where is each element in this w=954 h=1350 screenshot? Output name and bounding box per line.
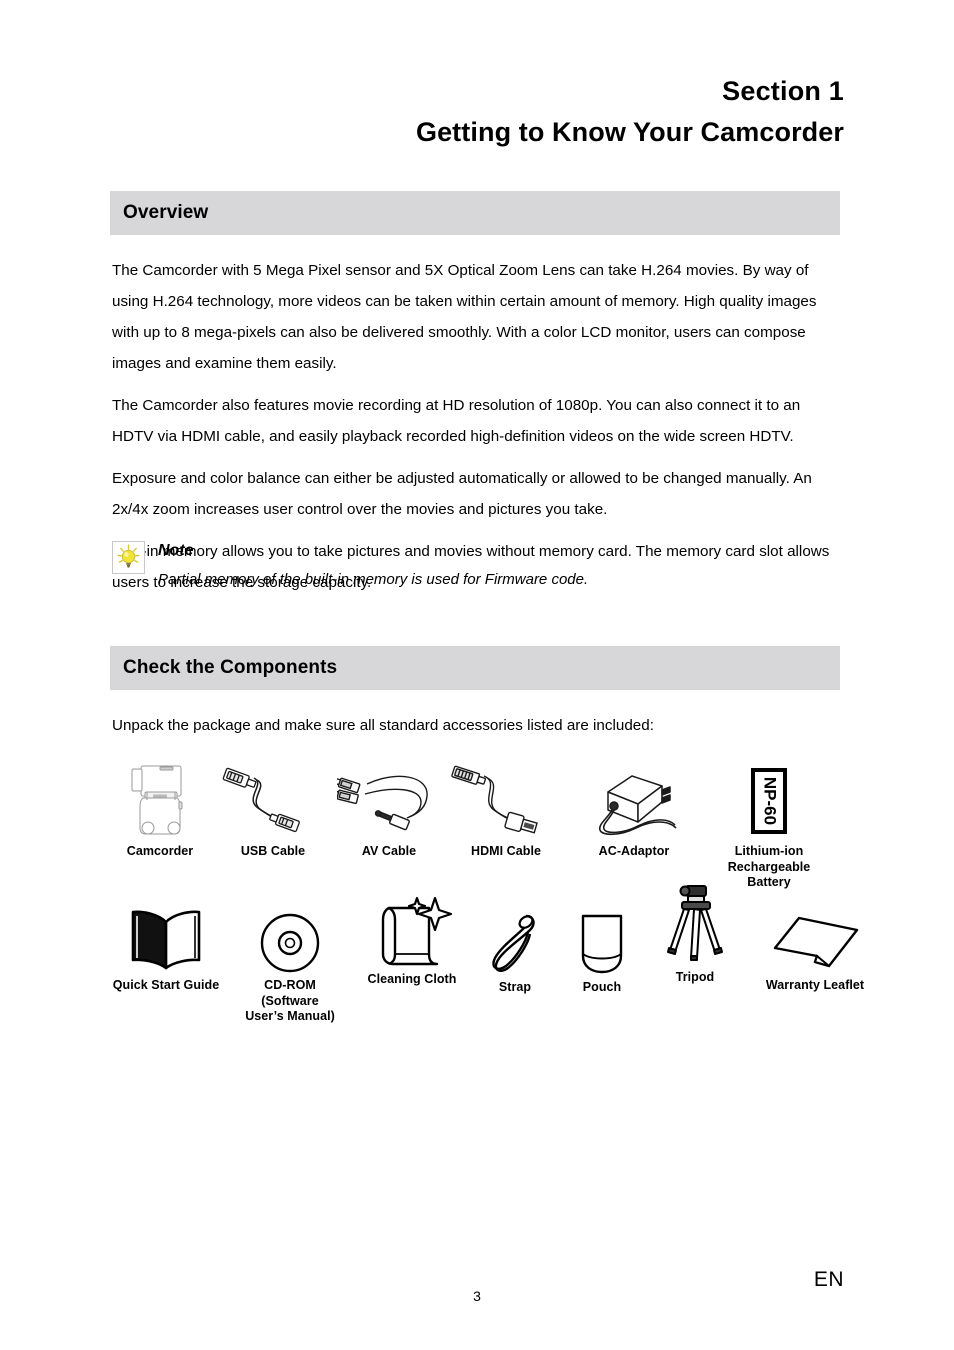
note-content: Note Partial memory of the built-in memo… — [158, 541, 842, 591]
component-label: HDMI Cable — [471, 844, 541, 858]
strap-icon — [470, 898, 560, 976]
component-label: Camcorder — [126, 844, 194, 858]
overview-paragraph: Exposure and color balance can either be… — [112, 470, 812, 518]
warranty-leaflet-icon — [750, 896, 880, 974]
component-label: Pouch — [582, 980, 622, 994]
ac-adaptor-icon — [578, 762, 690, 840]
section-heading-overview-label: Overview — [123, 202, 209, 223]
component-cleaning-cloth: Cleaning Cloth — [350, 890, 474, 988]
component-pouch: Pouch — [558, 898, 646, 996]
component-strap: Strap — [470, 898, 560, 996]
section-heading-overview: Overview — [110, 191, 840, 235]
usb-cable-icon — [218, 762, 328, 840]
page-title: Getting to Know Your Camcorder — [415, 117, 844, 147]
camcorder-icon — [110, 762, 210, 840]
component-label: CD-ROM (Software User’s Manual) — [245, 978, 335, 1023]
component-label: Warranty Leaflet — [765, 978, 865, 992]
components-grid: Camcorder USB Cable AV Cable HDMI Cable … — [110, 762, 864, 1023]
component-quick-start-guide: Quick Start Guide — [106, 896, 226, 994]
component-usb-cable: USB Cable — [218, 762, 328, 860]
component-battery: NP-60 Lithium-ion Rechargeable Battery — [698, 762, 840, 891]
component-camcorder: Camcorder — [110, 762, 210, 860]
component-av-cable: AV Cable — [337, 762, 441, 860]
section-heading-components: Check the Components — [110, 646, 840, 690]
tripod-icon — [640, 882, 750, 968]
overview-paragraph: The Camcorder also features movie record… — [112, 397, 801, 445]
section-number: Section 1 — [722, 76, 844, 106]
page-number: 3 — [473, 1288, 481, 1304]
component-label: AV Cable — [361, 844, 417, 858]
lightbulb-icon — [112, 541, 145, 574]
note-title: Note — [158, 542, 194, 559]
battery-model-label: NP-60 — [761, 777, 780, 825]
component-label: AC-Adaptor — [598, 844, 670, 858]
components-intro-text: Unpack the package and make sure all sta… — [112, 717, 654, 734]
note-block: Note Partial memory of the built-in memo… — [112, 541, 842, 591]
component-label: Tripod — [675, 970, 715, 984]
hdmi-cable-icon — [450, 762, 562, 840]
section-heading-components-label: Check the Components — [123, 657, 338, 678]
book-icon — [106, 896, 226, 974]
components-row: Camcorder USB Cable AV Cable HDMI Cable … — [110, 762, 840, 890]
component-ac-adaptor: AC-Adaptor — [578, 762, 690, 860]
battery-icon: NP-60 — [698, 762, 840, 840]
component-warranty-leaflet: Warranty Leaflet — [750, 896, 880, 994]
cd-rom-icon — [230, 896, 350, 974]
language-indicator: EN — [813, 1268, 844, 1291]
component-label: Cleaning Cloth — [367, 972, 457, 986]
components-row: Quick Start Guide CD-ROM (Software User’… — [110, 885, 864, 1023]
component-tripod: Tripod — [640, 882, 750, 986]
component-label: Quick Start Guide — [112, 978, 220, 992]
component-hdmi-cable: HDMI Cable — [450, 762, 562, 860]
component-cd-rom: CD-ROM (Software User’s Manual) — [230, 896, 350, 1025]
component-label: USB Cable — [240, 844, 306, 858]
av-cable-icon — [337, 762, 441, 840]
component-label: Strap — [498, 980, 532, 994]
cleaning-cloth-icon — [350, 890, 474, 968]
components-intro: Unpack the package and make sure all sta… — [112, 710, 842, 741]
page-header: Section 1 Getting to Know Your Camcorder — [416, 74, 844, 150]
pouch-icon — [558, 898, 646, 976]
overview-paragraph: The Camcorder with 5 Mega Pixel sensor a… — [112, 262, 817, 372]
note-text: Partial memory of the built-in memory is… — [158, 571, 589, 588]
